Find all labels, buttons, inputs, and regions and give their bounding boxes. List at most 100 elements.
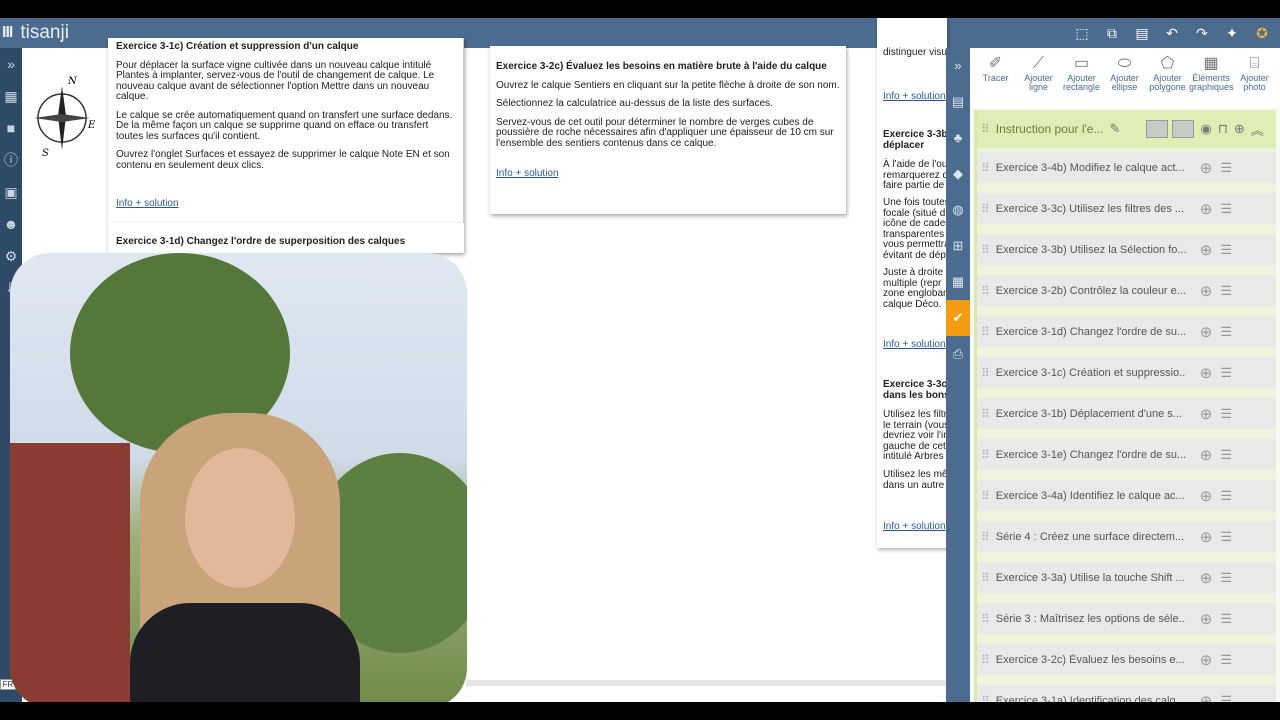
info-solution-link[interactable]: Info + solution bbox=[883, 91, 946, 102]
layer-stack-icon[interactable]: ☰ bbox=[1220, 160, 1232, 176]
layers-icon[interactable]: ▤ bbox=[946, 84, 970, 120]
layer-row[interactable]: ⠿ Exercice 3-3b) Utilisez la Sélection fo… bbox=[977, 234, 1276, 270]
target-icon[interactable]: ⊕ bbox=[1200, 323, 1213, 341]
drag-handle-icon[interactable]: ⠿ bbox=[981, 122, 990, 136]
target-icon[interactable]: ⊕ bbox=[1200, 569, 1213, 587]
target-icon[interactable]: ⊕ bbox=[1234, 121, 1245, 137]
checklist-icon[interactable]: ✔ bbox=[946, 300, 970, 336]
polygon-tool-button[interactable]: ⬠ Ajouter polygone bbox=[1146, 54, 1189, 108]
expand-icon[interactable]: » bbox=[0, 48, 22, 80]
rectangle-tool-button[interactable]: ▭ Ajouter rectangle bbox=[1060, 54, 1103, 108]
target-icon[interactable]: ⊕ bbox=[1200, 241, 1213, 259]
target-icon[interactable]: ⊕ bbox=[1200, 528, 1213, 546]
target-icon[interactable]: ⊕ bbox=[1200, 405, 1213, 423]
layer-row[interactable]: ⠿ Exercice 3-2b) Contrôlez la couleur e..… bbox=[977, 275, 1276, 311]
layer-stack-icon[interactable]: ☰ bbox=[1220, 570, 1232, 586]
layer-name[interactable]: Exercice 3-2c) Évaluez les besoins e... bbox=[996, 654, 1186, 666]
lightbulb-icon[interactable]: ✦ bbox=[1222, 23, 1242, 43]
plant-icon[interactable]: ♣ bbox=[946, 120, 970, 156]
pencil-icon[interactable]: ✎ bbox=[1109, 121, 1120, 137]
menu-icon[interactable]: III bbox=[0, 24, 13, 42]
layer-row[interactable]: ⠿ Exercice 3-1d) Changez l'ordre de su...… bbox=[977, 316, 1276, 352]
collapse-icon[interactable]: » bbox=[946, 48, 970, 84]
layer-row[interactable]: ⠿ Exercice 3-4a) Identifiez le calque ac.… bbox=[977, 480, 1276, 516]
target-icon[interactable]: ⊕ bbox=[1200, 364, 1213, 382]
layer-name[interactable]: Exercice 3-1d) Changez l'ordre de su... bbox=[996, 326, 1186, 338]
layer-stack-icon[interactable]: ☰ bbox=[1220, 529, 1232, 545]
brand[interactable]: III tisanji bbox=[0, 22, 69, 44]
target-icon[interactable]: ⊕ bbox=[1200, 200, 1213, 218]
layer-row[interactable]: ⠿ Exercice 3-3c) Utilisez les filtres des… bbox=[977, 193, 1276, 229]
target-icon[interactable]: ⊕ bbox=[1200, 159, 1213, 177]
info-solution-link[interactable]: Info + solution bbox=[116, 198, 179, 209]
info-solution-link[interactable]: Info + solution bbox=[496, 168, 559, 179]
layer-stack-icon[interactable]: ☰ bbox=[1220, 611, 1232, 627]
drag-handle-icon[interactable]: ⠿ bbox=[981, 325, 990, 339]
eye-icon[interactable]: ◉ bbox=[1200, 121, 1211, 137]
layer-stack-icon[interactable]: ☰ bbox=[1220, 693, 1232, 703]
people-icon[interactable]: ☻ bbox=[0, 208, 22, 240]
chevrons-up-icon[interactable]: ︽ bbox=[1251, 120, 1264, 139]
layer-header-label[interactable]: Instruction pour l'e... bbox=[996, 122, 1104, 136]
layer-stack-icon[interactable]: ☰ bbox=[1220, 324, 1232, 340]
layer-stack-icon[interactable]: ☰ bbox=[1220, 365, 1232, 381]
drag-handle-icon[interactable]: ⠿ bbox=[981, 571, 990, 585]
star-icon[interactable]: ✪ bbox=[1252, 23, 1272, 43]
layer-row[interactable]: ⠿ Série 3 : Maîtrisez les options de séle… bbox=[977, 603, 1276, 639]
paste-icon[interactable]: ▤ bbox=[1132, 23, 1152, 43]
layer-name[interactable]: Exercice 3-1c) Création et suppressio... bbox=[996, 367, 1186, 379]
redo-icon[interactable]: ↷ bbox=[1192, 23, 1212, 43]
drag-handle-icon[interactable]: ⠿ bbox=[981, 653, 990, 667]
layer-stack-icon[interactable]: ☰ bbox=[1220, 406, 1232, 422]
layer-name[interactable]: Exercice 3-4b) Modifiez le calque act... bbox=[996, 162, 1186, 174]
layer-name[interactable]: Exercice 3-4a) Identifiez le calque ac..… bbox=[996, 490, 1186, 502]
undo-icon[interactable]: ↶ bbox=[1162, 23, 1182, 43]
drag-handle-icon[interactable]: ⠿ bbox=[981, 161, 990, 175]
layer-row[interactable]: ⠿ Exercice 3-4b) Modifiez le calque act..… bbox=[977, 152, 1276, 188]
square-icon[interactable]: ■ bbox=[0, 112, 22, 144]
target-icon[interactable]: ⊕ bbox=[1200, 610, 1213, 628]
layer-name[interactable]: Exercice 3-2b) Contrôlez la couleur e... bbox=[996, 285, 1186, 297]
layer-row[interactable]: ⠿ Exercice 3-1b) Déplacement d'une s... ⊕ ☰ bbox=[977, 398, 1276, 434]
info-icon[interactable]: ⓘ bbox=[0, 144, 22, 176]
drag-handle-icon[interactable]: ⠿ bbox=[981, 694, 990, 703]
layer-stack-icon[interactable]: ☰ bbox=[1220, 652, 1232, 668]
layer-header[interactable]: ⠿ Instruction pour l'e... ✎ ◉ ⊓ ⊕ ︽ bbox=[977, 110, 1276, 148]
layer-name[interactable]: Exercice 3-3c) Utilisez les filtres des … bbox=[996, 203, 1186, 215]
layer-row[interactable]: ⠿ Exercice 3-3a) Utilise la touche Shift … bbox=[977, 562, 1276, 598]
grid-tool-button[interactable]: ▦ Éléments graphiques bbox=[1189, 54, 1234, 108]
trace-tool-button[interactable]: ✐ Tracer bbox=[974, 54, 1017, 108]
drag-handle-icon[interactable]: ⠿ bbox=[981, 448, 990, 462]
stroke-color-swatch[interactable] bbox=[1172, 120, 1195, 138]
layer-name[interactable]: Exercice 3-3b) Utilisez la Sélection fo.… bbox=[996, 244, 1186, 256]
copy-icon[interactable]: ⧉ bbox=[1102, 23, 1122, 43]
target-icon[interactable]: ⊕ bbox=[1200, 692, 1213, 703]
camera-tool-button[interactable]: ⌸ Ajouter photo bbox=[1233, 54, 1276, 108]
cart-icon[interactable]: ⊞ bbox=[946, 228, 970, 264]
drag-handle-icon[interactable]: ⠿ bbox=[981, 366, 990, 380]
ellipse-tool-button[interactable]: ⬭ Ajouter ellipse bbox=[1103, 54, 1146, 108]
layer-row[interactable]: ⠿ Exercice 3-1c) Création et suppressio..… bbox=[977, 357, 1276, 393]
globe-icon[interactable]: ◍ bbox=[946, 192, 970, 228]
line-tool-button[interactable]: ⟋ Ajouter ligne bbox=[1017, 54, 1060, 108]
fill-color-swatch[interactable] bbox=[1146, 120, 1169, 138]
drag-handle-icon[interactable]: ⠿ bbox=[981, 243, 990, 257]
horizontal-scrollbar[interactable] bbox=[466, 680, 946, 686]
layer-name[interactable]: Exercice 3-1a) Identification des calq..… bbox=[996, 695, 1186, 703]
info-solution-link[interactable]: Info + solution bbox=[883, 521, 946, 532]
select-icon[interactable]: ⬚ bbox=[1072, 23, 1092, 43]
target-icon[interactable]: ⊕ bbox=[1200, 282, 1213, 300]
drag-handle-icon[interactable]: ⠿ bbox=[981, 407, 990, 421]
layer-row[interactable]: ⠿ Exercice 3-1a) Identification des calq.… bbox=[977, 685, 1276, 702]
target-icon[interactable]: ⊕ bbox=[1200, 487, 1213, 505]
layer-stack-icon[interactable]: ☰ bbox=[1220, 488, 1232, 504]
layer-name[interactable]: Exercice 3-1b) Déplacement d'une s... bbox=[996, 408, 1186, 420]
print-icon[interactable]: ⎙ bbox=[946, 336, 970, 372]
layer-name[interactable]: Série 3 : Maîtrisez les options de séle.… bbox=[996, 613, 1186, 625]
target-icon[interactable]: ⊕ bbox=[1200, 651, 1213, 669]
layer-stack-icon[interactable]: ☰ bbox=[1220, 242, 1232, 258]
layer-name[interactable]: Exercice 3-1e) Changez l'ordre de su... bbox=[996, 449, 1186, 461]
drag-handle-icon[interactable]: ⠿ bbox=[981, 284, 990, 298]
layer-name[interactable]: Série 4 : Créez une surface directem... bbox=[996, 531, 1186, 543]
drag-handle-icon[interactable]: ⠿ bbox=[981, 489, 990, 503]
